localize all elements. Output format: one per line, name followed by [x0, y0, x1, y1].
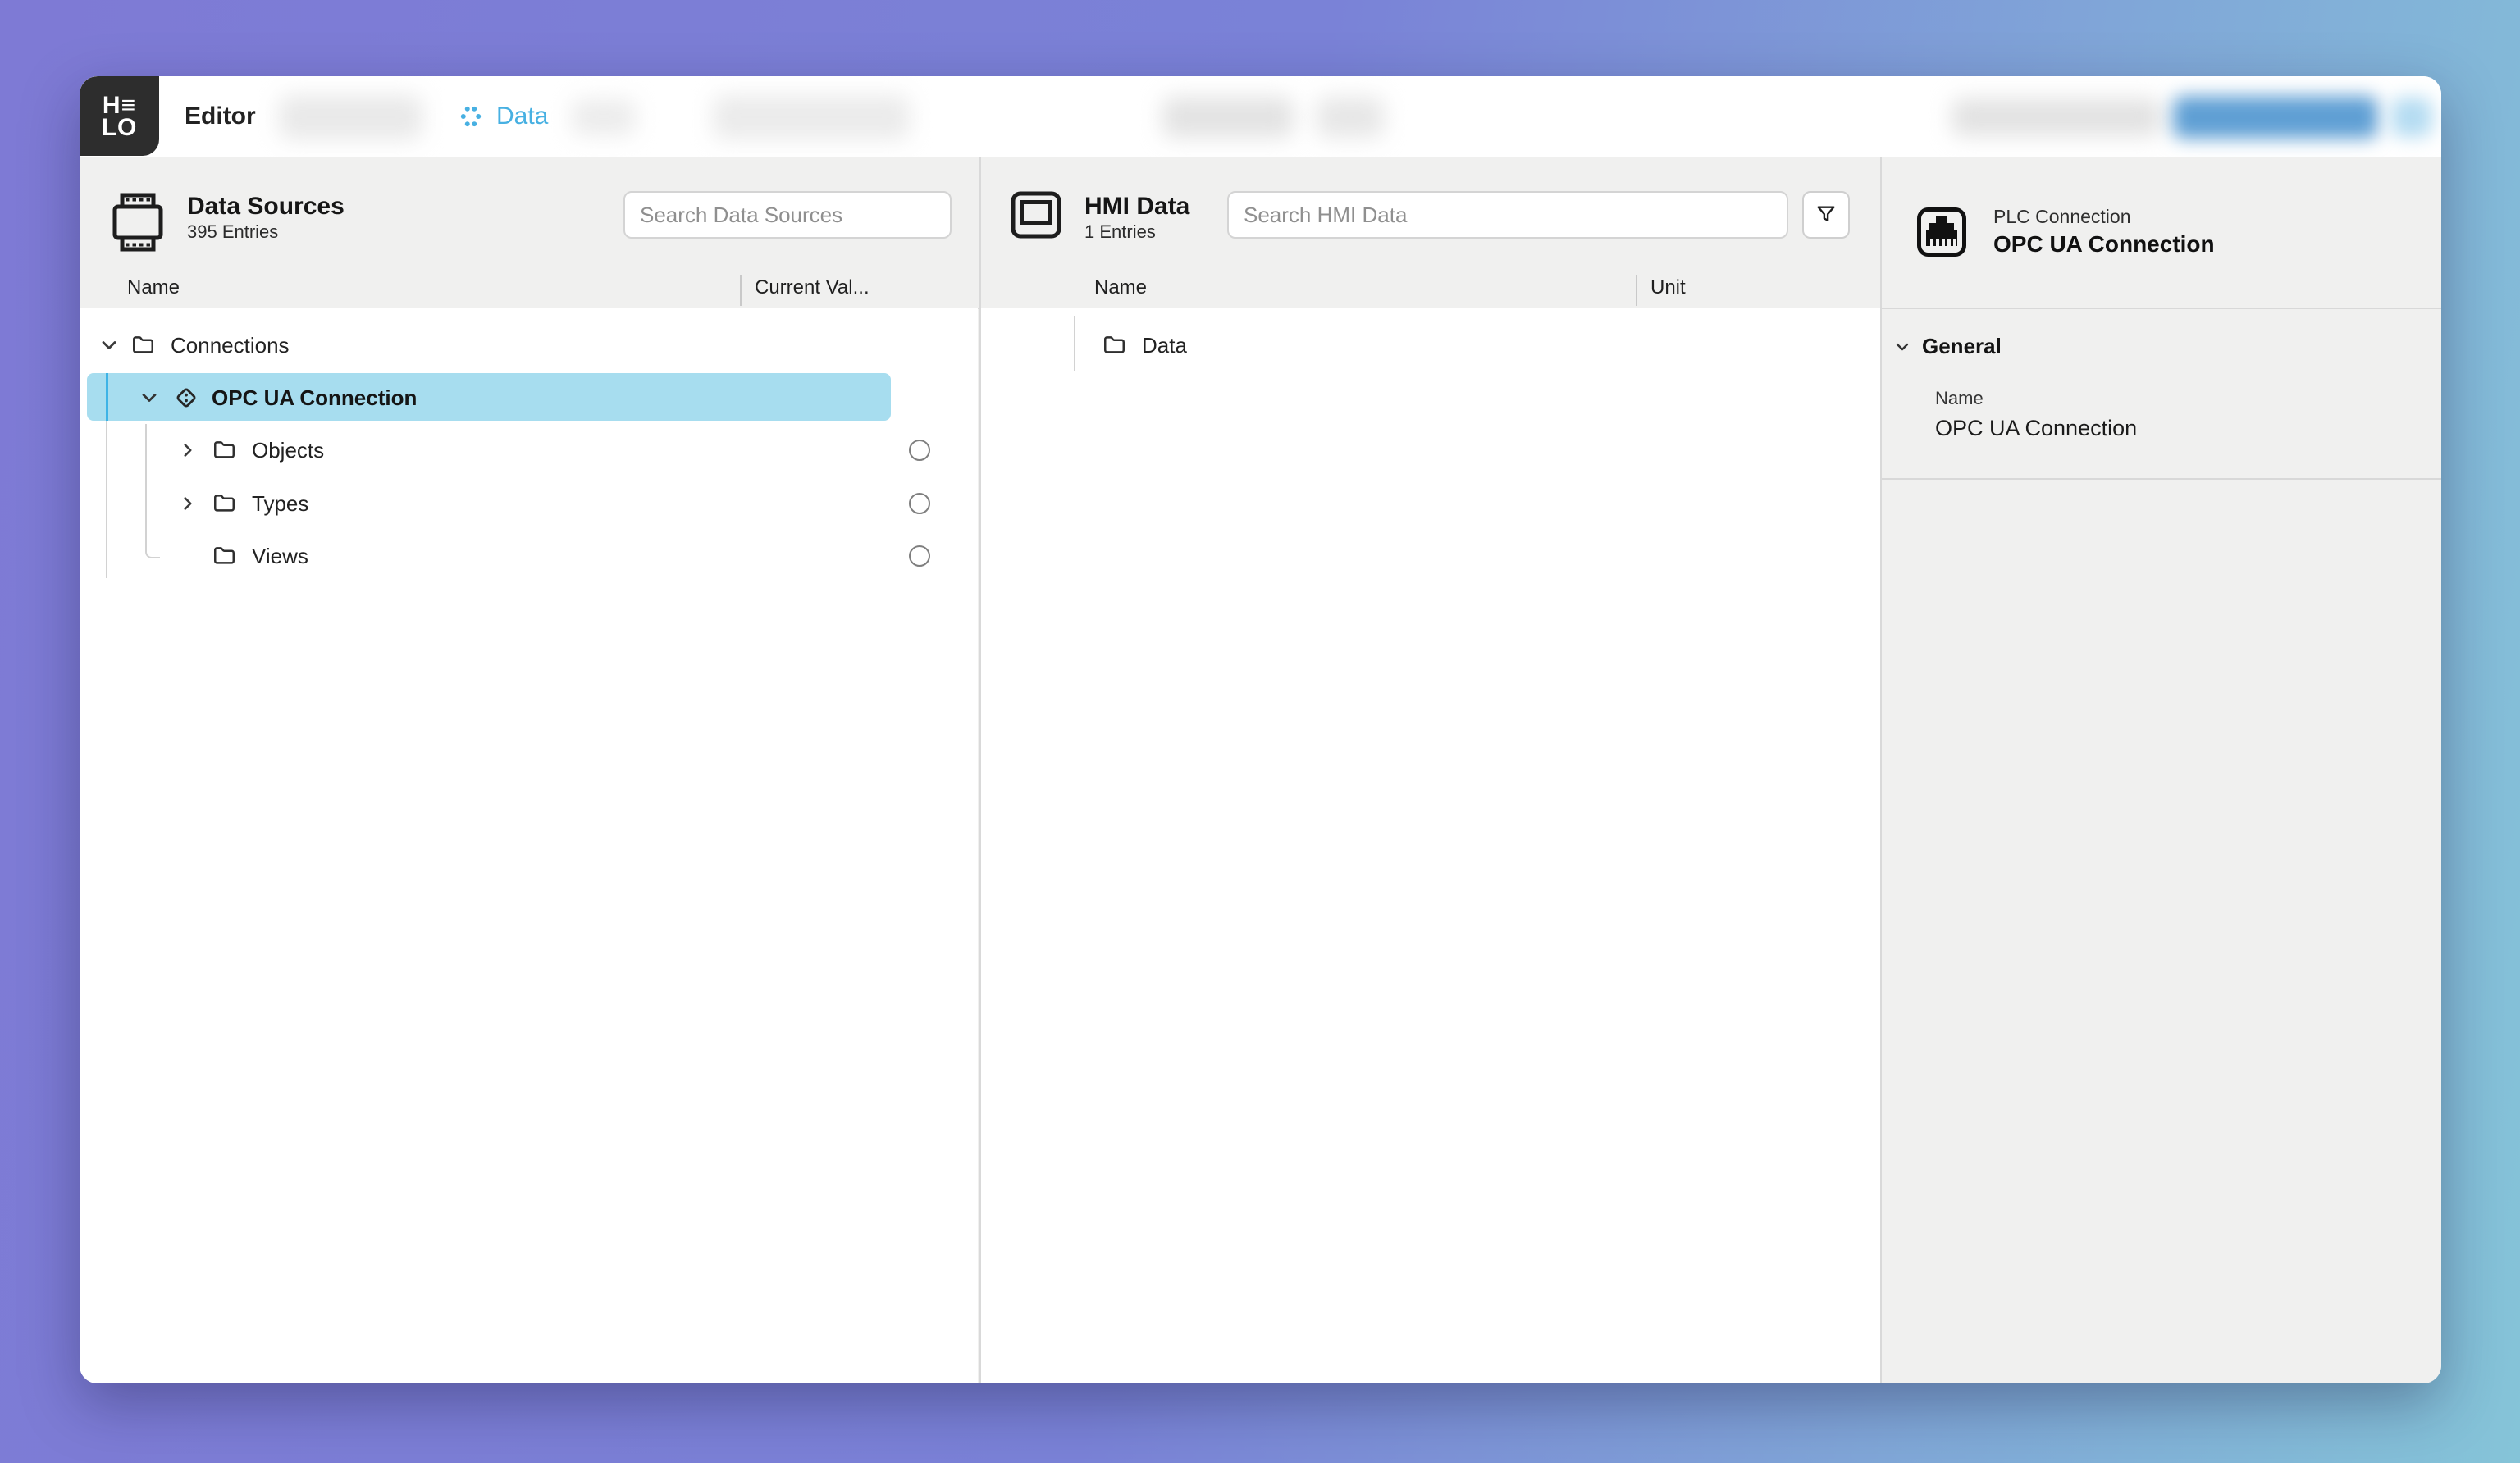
inspector-title: OPC UA Connection [1993, 231, 2215, 258]
redacted-toolbar-item [1317, 97, 1384, 138]
column-separator [1636, 275, 1637, 306]
tree-row-views[interactable]: Views [80, 531, 978, 581]
data-sources-header-row: Name Current Val... [80, 273, 979, 309]
folder-icon [213, 545, 235, 567]
column-separator [740, 275, 742, 306]
plc-module-icon [111, 189, 165, 255]
tree-label: Objects [252, 438, 324, 463]
tree-row-connections[interactable]: Connections [80, 321, 978, 370]
folder-icon [132, 335, 154, 357]
hmi-panel-icon [1011, 191, 1061, 239]
field-name-value: OPC UA Connection [1935, 416, 2137, 441]
redacted-toolbar-item [1162, 97, 1294, 138]
tree-label: OPC UA Connection [212, 385, 417, 411]
tree-row-data[interactable]: Data [981, 321, 1875, 370]
column-name: Name [1094, 276, 1147, 299]
folder-icon [213, 493, 235, 515]
chevron-down-icon [1892, 337, 1912, 357]
folder-icon [1103, 335, 1125, 357]
column-name: Name [127, 276, 180, 299]
tree-row-objects[interactable]: Objects [80, 426, 978, 475]
tab-data-label: Data [496, 103, 548, 130]
section-general-label: General [1922, 334, 2002, 359]
search-hmi-data-input[interactable] [1227, 191, 1788, 239]
logo-line-1: H≡ [103, 94, 136, 116]
editor-window: H≡ LO Editor Data [80, 76, 2441, 1383]
field-name-label: Name [1935, 388, 1984, 409]
filter-funnel-icon [1814, 203, 1838, 227]
logo-line-2: LO [102, 116, 138, 139]
search-data-sources-input[interactable] [623, 191, 952, 239]
radio-views[interactable] [909, 545, 930, 567]
tree-row-types[interactable]: Types [80, 479, 978, 528]
helio-logo: H≡ LO [80, 76, 159, 156]
hmi-data-title: HMI Data [1084, 193, 1189, 221]
hmi-tree-area [981, 308, 1880, 1383]
tree-label: Types [252, 491, 308, 517]
hmi-data-header-row: Name Unit [981, 273, 1880, 309]
radio-types[interactable] [909, 493, 930, 514]
radio-objects[interactable] [909, 440, 930, 461]
folder-icon [213, 440, 235, 462]
column-current-value: Current Val... [755, 276, 870, 299]
panel-divider [1880, 157, 1882, 1383]
inspector-divider [1882, 478, 2441, 480]
inspector-type-label: PLC Connection [1993, 206, 2215, 228]
chevron-right-icon[interactable] [177, 440, 199, 461]
redacted-tab [279, 95, 422, 139]
column-unit: Unit [1650, 276, 1686, 299]
chevron-down-icon[interactable] [138, 386, 161, 409]
tree-label: Data [1142, 333, 1187, 358]
top-bar: H≡ LO Editor Data [80, 76, 2441, 159]
redacted-tab [572, 99, 636, 135]
inspector-divider [1882, 308, 2441, 309]
section-general-header[interactable]: General [1892, 334, 2002, 359]
panel-divider [979, 157, 981, 1383]
redacted-avatar [2391, 98, 2432, 137]
data-sources-title: Data Sources [187, 193, 345, 221]
tree-row-opc-ua-connection[interactable]: OPC UA Connection [80, 373, 978, 422]
redacted-tab [713, 95, 910, 139]
hmi-data-entries: 1 Entries [1084, 221, 1189, 244]
opc-ua-connection-icon [172, 384, 200, 412]
app-title: Editor [185, 76, 256, 156]
tree-label: Views [252, 544, 308, 569]
chevron-right-icon[interactable] [177, 493, 199, 514]
redacted-primary-button [2173, 96, 2378, 139]
chevron-down-icon[interactable] [98, 334, 121, 357]
filter-button[interactable] [1802, 191, 1850, 239]
data-dots-icon [457, 103, 485, 130]
data-sources-entries: 395 Entries [187, 221, 345, 244]
redacted-user-info [1952, 98, 2162, 136]
tree-label: Connections [171, 333, 290, 358]
tab-data[interactable]: Data [457, 76, 548, 156]
plc-connection-icon [1915, 206, 1968, 258]
